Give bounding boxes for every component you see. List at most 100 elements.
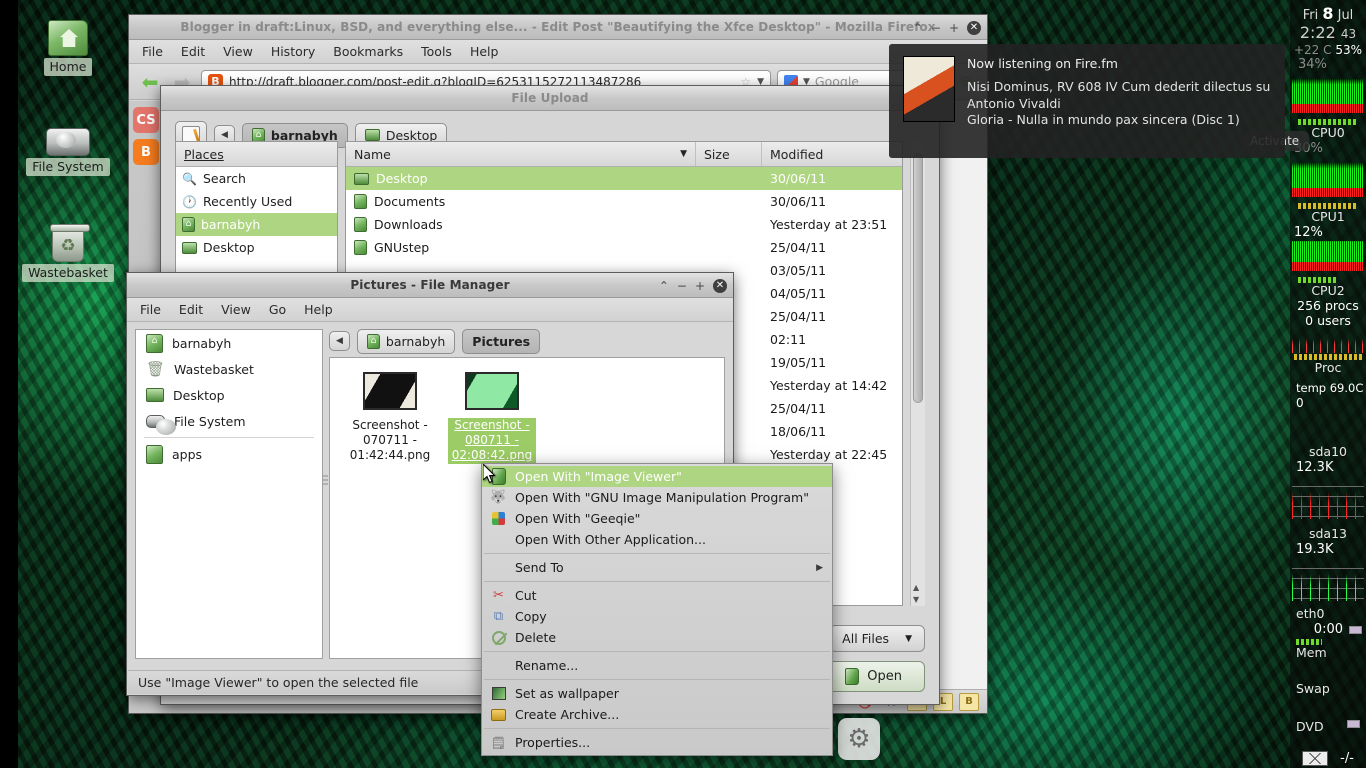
row-modified: 25/04/11 xyxy=(770,240,827,255)
menu-item-create-archive[interactable]: Create Archive... xyxy=(482,704,832,725)
menu-go[interactable]: Go xyxy=(260,299,295,320)
menu-item-cut[interactable]: ✂ Cut xyxy=(482,585,832,606)
filemanager-menubar[interactable]: File Edit View Go Help xyxy=(127,298,733,322)
list-item[interactable]: Screenshot - 070711 - 01:42:44.png xyxy=(346,372,434,464)
conky-content: Fri 8 Jul 2:22 43 +22 C 53% 34% CPU0 30%… xyxy=(1290,0,1366,768)
file-list-scrollbar[interactable]: ▲ ▼ xyxy=(910,141,925,606)
column-header-size[interactable]: Size xyxy=(696,142,762,166)
firefox-window-buttons[interactable]: ⌃ − + ✕ xyxy=(913,15,981,40)
menu-item-open-with-geeqie[interactable]: Open With "Geeqie" xyxy=(482,508,832,529)
geeqie-icon xyxy=(490,511,507,527)
menu-item-open-with-gimp[interactable]: 🐺 Open With "GNU Image Manipulation Prog… xyxy=(482,487,832,508)
menu-item-rename[interactable]: Rename... xyxy=(482,655,832,676)
table-row[interactable]: Downloads Yesterday at 23:51 xyxy=(346,213,902,236)
graph-red-series xyxy=(1292,477,1364,520)
scroll-down-icon[interactable]: ▼ xyxy=(913,595,919,604)
menu-item-label: Cut xyxy=(515,588,537,603)
maximize-button[interactable]: + xyxy=(695,280,705,292)
menu-item-properties[interactable]: 🗒 Properties... xyxy=(482,732,832,753)
column-header-modified[interactable]: Modified xyxy=(762,142,902,166)
breadcrumb-pictures[interactable]: Pictures xyxy=(462,328,541,354)
conky-weather-row: +22 C 53% xyxy=(1290,43,1366,57)
place-item-recently-used[interactable]: 🕐 Recently Used xyxy=(176,190,337,213)
menu-item-open-with-image-viewer[interactable]: Open With "Image Viewer" xyxy=(482,466,832,487)
pane-splitter[interactable] xyxy=(323,473,328,493)
conky-time-row: 2:22 43 xyxy=(1290,23,1366,43)
close-button[interactable]: ✕ xyxy=(967,20,981,35)
settings-launcher-button[interactable]: ⚙ xyxy=(838,718,880,760)
scrollbar-thumb[interactable] xyxy=(913,153,923,403)
row-name-cell: GNUstep xyxy=(346,240,696,255)
tray-icon-b[interactable]: B xyxy=(959,692,979,711)
menu-edit[interactable]: Edit xyxy=(172,41,214,62)
firefox-titlebar[interactable]: Blogger in draft:Linux, BSD, and everyth… xyxy=(129,15,987,40)
notification-artist: Antonio Vivaldi xyxy=(967,95,1061,111)
file-list-header[interactable]: Name ▼ Size Modified xyxy=(346,142,902,167)
firefm-notification[interactable]: Now listening on Fire.fm Nisi Dominus, R… xyxy=(889,44,1285,158)
firefox-tab-cs[interactable]: CS xyxy=(133,107,159,133)
shortcut-desktop[interactable]: Desktop xyxy=(136,382,322,408)
menu-item-label: Properties... xyxy=(515,735,591,750)
scroll-up-icon[interactable]: ▲ xyxy=(913,583,919,592)
menu-file[interactable]: File xyxy=(133,41,172,62)
desktop-icon-wastebasket[interactable]: Wastebasket xyxy=(8,224,128,282)
breadcrumb-barnabyh[interactable]: barnabyh xyxy=(356,328,456,354)
menu-item-label: Copy xyxy=(515,609,547,624)
file-type-filter[interactable]: All Files ▼ xyxy=(829,625,925,652)
minimize-button[interactable]: − xyxy=(931,22,941,34)
filemanager-window-buttons[interactable]: ⌃ − + ✕ xyxy=(659,273,727,298)
desktop-icon xyxy=(364,129,380,141)
column-label: Modified xyxy=(770,146,824,162)
shortcut-apps[interactable]: apps xyxy=(136,441,322,467)
place-item-desktop[interactable]: Desktop xyxy=(176,236,337,259)
shade-button[interactable]: ⌃ xyxy=(659,280,669,292)
firefox-menubar[interactable]: File Edit View History Bookmarks Tools H… xyxy=(129,40,987,64)
menu-item-open-with-other-application[interactable]: Open With Other Application... xyxy=(482,529,832,550)
upload-titlebar[interactable]: File Upload xyxy=(161,86,939,111)
menu-item-send-to[interactable]: Send To ▶ xyxy=(482,557,832,578)
breadcrumb-scroll-left-button[interactable]: ◀ xyxy=(329,331,350,351)
filemanager-titlebar[interactable]: Pictures - File Manager ⌃ − + ✕ xyxy=(127,273,733,298)
desktop-icon-file-system[interactable]: File System xyxy=(8,128,128,176)
conky-cpu0-graph xyxy=(1292,73,1364,117)
menu-view[interactable]: View xyxy=(212,299,260,320)
menu-item-label: Rename... xyxy=(515,658,579,673)
shade-button[interactable]: ⌃ xyxy=(913,22,923,34)
shortcut-barnabyh[interactable]: barnabyh xyxy=(136,330,322,356)
shortcut-wastebasket[interactable]: 🗑 Wastebasket xyxy=(136,356,322,382)
maximize-button[interactable]: + xyxy=(949,22,959,34)
menu-item-delete[interactable]: Delete xyxy=(482,627,832,648)
table-row[interactable]: Desktop 30/06/11 xyxy=(346,167,902,190)
menu-item-set-as-wallpaper[interactable]: Set as wallpaper xyxy=(482,683,832,704)
menu-tools[interactable]: Tools xyxy=(412,41,461,62)
filemanager-shortcuts-pane[interactable]: barnabyh 🗑 Wastebasket Desktop File Syst… xyxy=(135,329,323,659)
menu-view[interactable]: View xyxy=(214,41,262,62)
menu-bookmarks[interactable]: Bookmarks xyxy=(324,41,412,62)
shortcut-file-system[interactable]: File System xyxy=(136,408,322,435)
upload-footer[interactable]: All Files ▼ Open xyxy=(822,625,925,692)
menu-separator xyxy=(484,679,830,680)
column-header-name[interactable]: Name ▼ xyxy=(346,142,696,166)
file-context-menu[interactable]: Open With "Image Viewer" 🐺 Open With "GN… xyxy=(481,463,833,756)
table-row[interactable]: GNUstep 25/04/11 xyxy=(346,236,902,259)
conky-cpu2-graph xyxy=(1292,241,1364,275)
menu-edit[interactable]: Edit xyxy=(170,299,212,320)
place-item-search[interactable]: 🔍 Search xyxy=(176,167,337,190)
menu-help[interactable]: Help xyxy=(295,299,342,320)
place-item-barnabyh[interactable]: barnabyh xyxy=(176,213,337,236)
file-name: Screenshot - 080711 - 02:08:42.png xyxy=(448,418,536,464)
open-button[interactable]: Open xyxy=(822,661,925,692)
menu-file[interactable]: File xyxy=(131,299,170,320)
minimize-button[interactable]: − xyxy=(677,280,687,292)
list-item[interactable]: Screenshot - 080711 - 02:08:42.png xyxy=(448,372,536,464)
conky-cpu1-graph xyxy=(1292,157,1364,201)
filemanager-breadcrumb[interactable]: ◀ barnabyh Pictures xyxy=(329,325,725,357)
menu-help[interactable]: Help xyxy=(461,41,508,62)
close-button[interactable]: ✕ xyxy=(713,278,727,293)
firefox-tab-blogger[interactable]: B xyxy=(133,139,159,165)
menu-history[interactable]: History xyxy=(262,41,324,62)
envelope-icon xyxy=(1302,750,1329,766)
table-row[interactable]: Documents 30/06/11 xyxy=(346,190,902,213)
desktop-icon-home[interactable]: Home xyxy=(8,20,128,76)
menu-item-copy[interactable]: ⧉ Copy xyxy=(482,606,832,627)
